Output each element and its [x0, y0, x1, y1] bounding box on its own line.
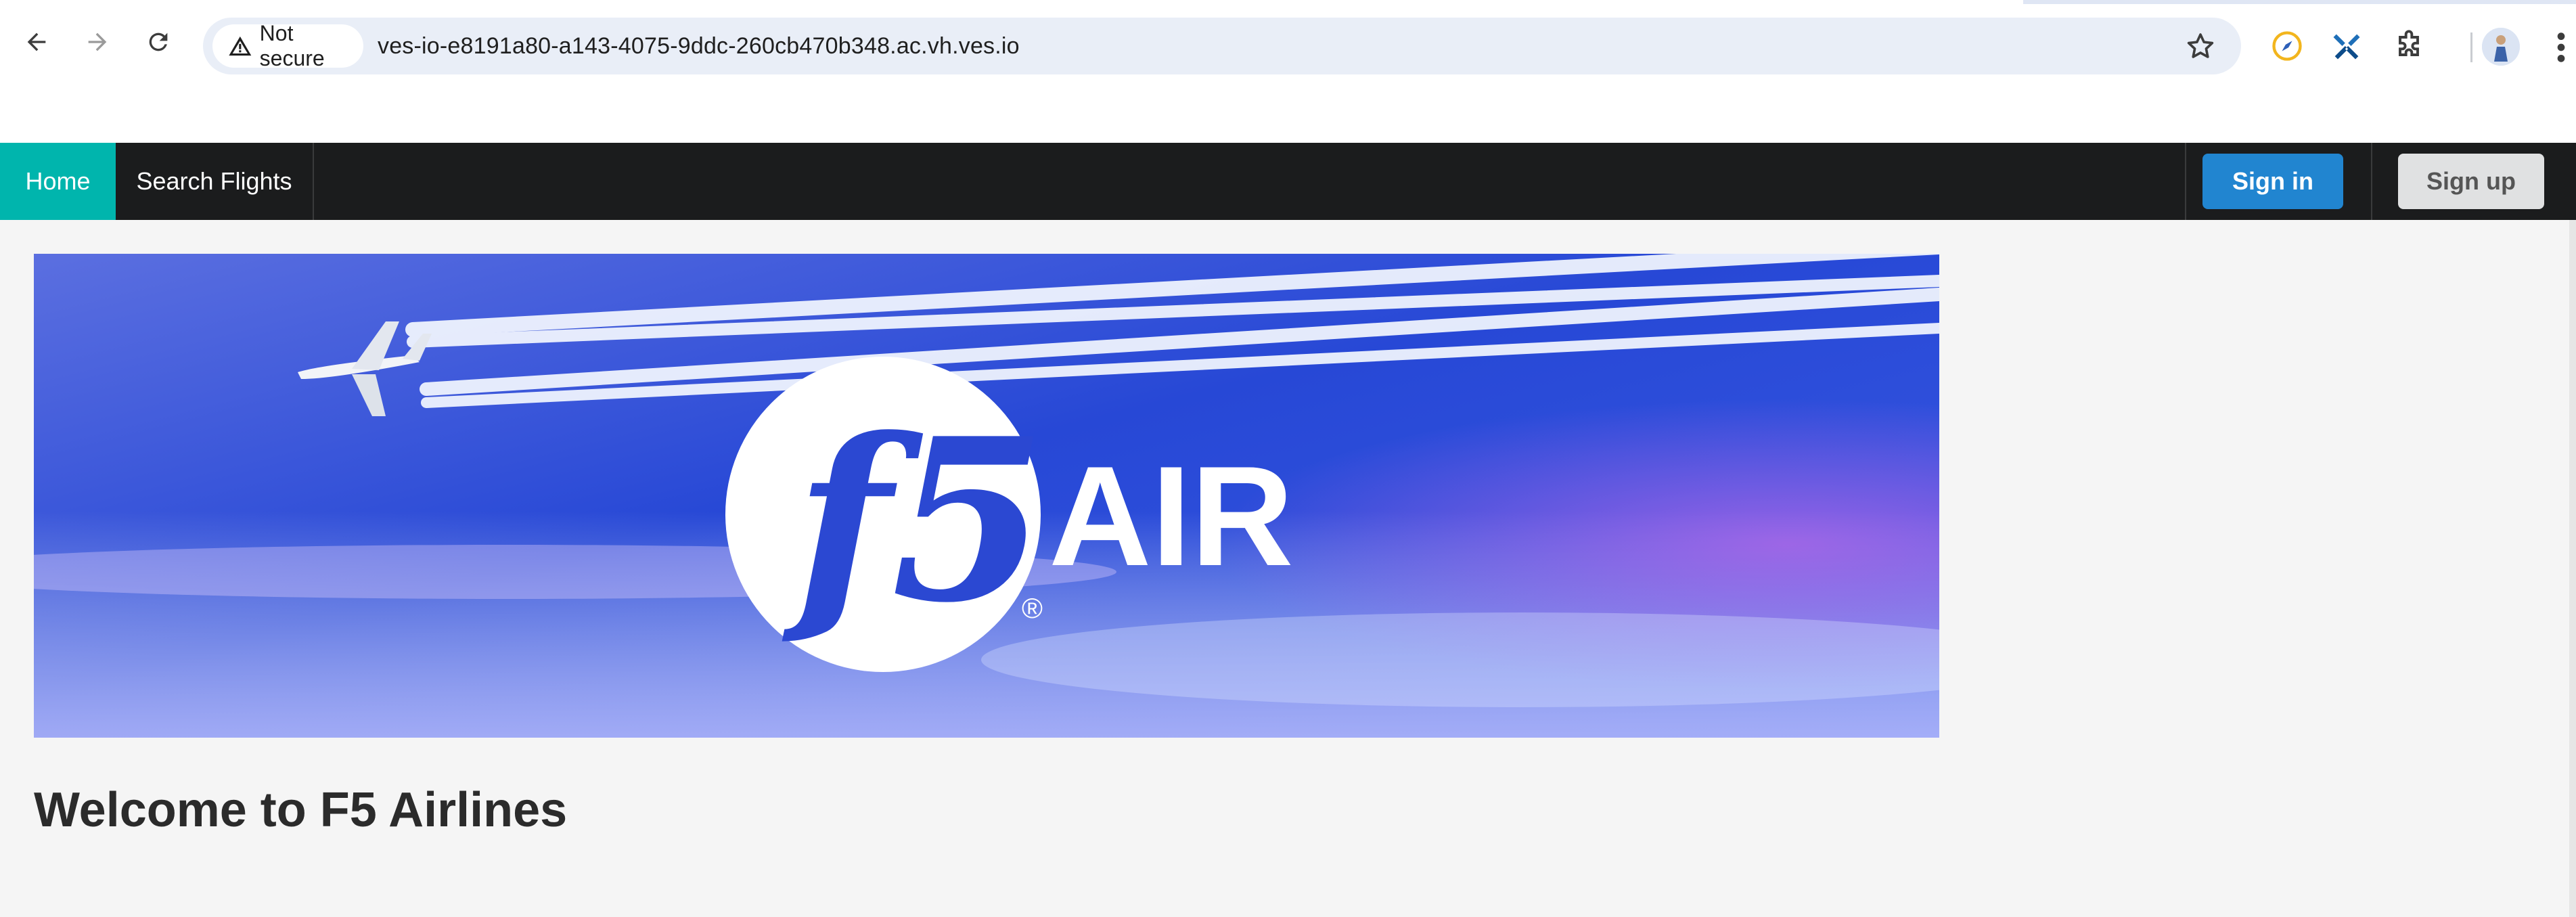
extensions-puzzle-icon[interactable]: [2391, 28, 2426, 64]
bookmark-star-icon[interactable]: [2184, 30, 2217, 62]
reload-icon: [149, 32, 168, 51]
navbar-divider: [2371, 143, 2372, 220]
address-bar[interactable]: Not secure ves-io-e8191a80-a143-4075-9dd…: [203, 18, 2241, 74]
url-text[interactable]: ves-io-e8191a80-a143-4075-9ddc-260cb470b…: [378, 18, 1020, 74]
back-icon: [27, 32, 46, 51]
forward-icon: [88, 32, 107, 51]
profile-avatar[interactable]: [2482, 28, 2520, 66]
f5-air-banner-image: f5 AIR ®: [34, 254, 1939, 738]
navbar-divider: [2185, 143, 2186, 220]
more-menu-icon[interactable]: [2554, 28, 2569, 66]
security-label: Not secure: [259, 21, 325, 70]
extension-compass-icon[interactable]: [2269, 28, 2305, 64]
page-viewport: Home Search Flights Sign in Sign up f5 A…: [0, 85, 2576, 917]
nav-item-home[interactable]: Home: [0, 143, 116, 220]
security-chip[interactable]: Not secure: [212, 21, 363, 70]
extension-tools-icon[interactable]: [2329, 28, 2364, 64]
f5-logo-mark: f5: [781, 389, 1046, 652]
sign-in-button[interactable]: Sign in: [2202, 154, 2343, 209]
toolbar-divider: [2470, 32, 2472, 62]
warning-icon: [229, 36, 252, 56]
site-navbar: Home Search Flights Sign in Sign up: [0, 143, 2576, 220]
scrollbar-track[interactable]: [2569, 220, 2576, 917]
back-button[interactable]: [15, 20, 58, 64]
sign-up-button[interactable]: Sign up: [2398, 154, 2544, 209]
page-top-space: [0, 85, 2576, 143]
nav-item-search-flights[interactable]: Search Flights: [116, 143, 314, 220]
avatar-figure-icon: [2482, 28, 2520, 66]
forward-button[interactable]: [76, 20, 119, 64]
registered-mark: ®: [1022, 592, 1043, 624]
browser-toolbar: Not secure ves-io-e8191a80-a143-4075-9dd…: [0, 4, 2576, 85]
reload-button[interactable]: [137, 20, 180, 64]
brand-air-text: AIR: [1049, 437, 1294, 596]
hero-banner: f5 AIR ®: [34, 254, 1939, 738]
page-title: Welcome to F5 Airlines: [34, 783, 568, 837]
